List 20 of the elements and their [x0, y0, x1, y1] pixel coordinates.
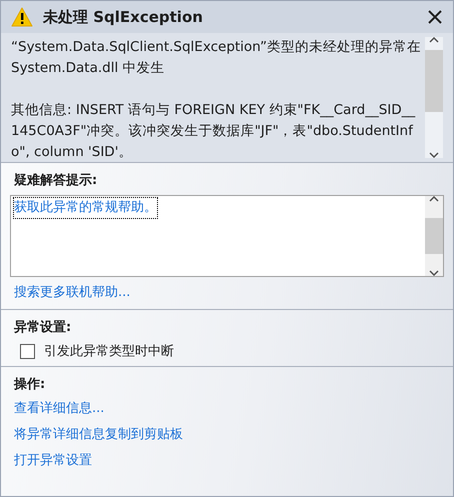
scroll-down-icon[interactable] [429, 152, 439, 158]
action-link[interactable]: 打开异常设置 [14, 451, 444, 471]
error-message: 其他信息: INSERT 语句与 FOREIGN KEY 约束"FK__Card__SID__145C0A3F"冲突。该冲突发生于数据库"JF"，表"dbo.StudentInfo", column 'SID'。 [11, 101, 416, 162]
scrollbar[interactable] [425, 196, 443, 276]
section-heading: 异常设置: [14, 319, 72, 336]
action-link[interactable]: 将异常详细信息复制到剪贴板 [14, 425, 444, 445]
scroll-down-icon[interactable] [429, 270, 439, 276]
action-link[interactable]: 查看详细信息... [14, 399, 444, 419]
error-message: “System.Data.SqlClient.SqlException”类型的未经处理的异常在 System.Data.dll 中发生 [11, 38, 421, 78]
scroll-up-icon[interactable] [429, 196, 439, 202]
section-heading: 疑难解答提示: [14, 172, 98, 189]
window-title: 未处理 SqlException [43, 8, 204, 26]
scroll-up-icon[interactable] [429, 37, 439, 43]
warning-icon [11, 7, 33, 27]
scrollbar[interactable] [425, 37, 443, 158]
section-heading: 操作: [14, 376, 46, 393]
checkbox-label: 引发此异常类型时中断 [44, 343, 174, 360]
online-help-link[interactable]: 搜索更多联机帮助... [14, 283, 444, 303]
help-link[interactable]: 获取此异常的常规帮助。 [14, 198, 157, 218]
checkbox[interactable] [20, 344, 35, 358]
